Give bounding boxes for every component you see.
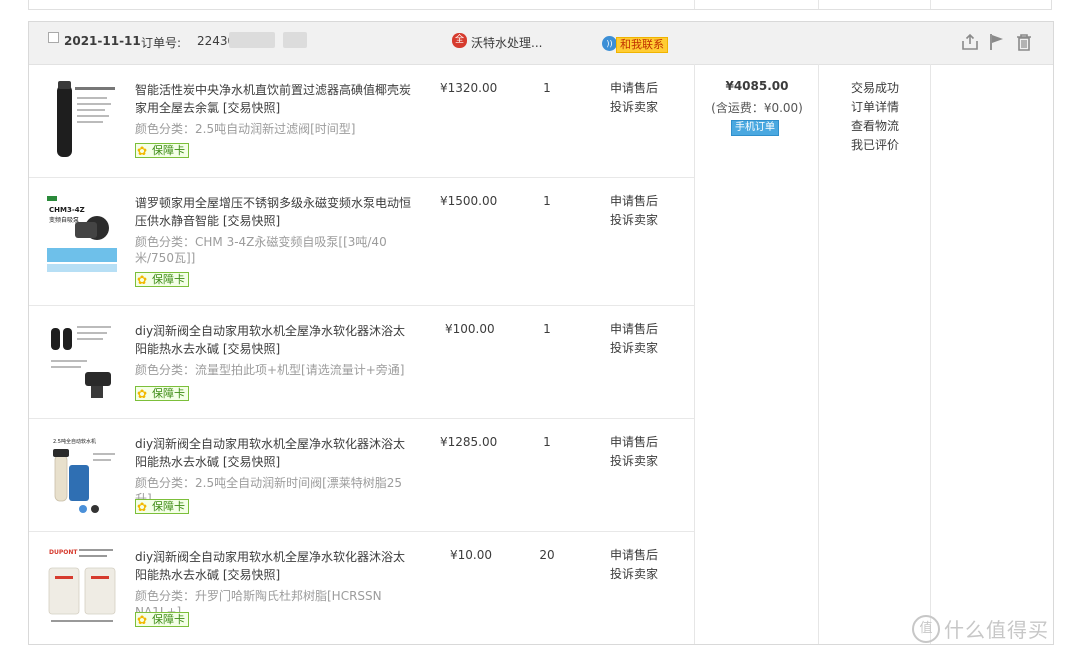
divider <box>694 0 695 9</box>
svg-text:CHM3-4Z: CHM3-4Z <box>49 206 85 214</box>
item-quantity: 1 <box>543 194 551 208</box>
product-thumbnail[interactable]: CHM3-4Z 变频自吸泵 <box>47 192 117 274</box>
reviewed-link[interactable]: 我已评价 <box>851 136 899 155</box>
guarantee-card-badge[interactable]: ✿ 保障卡 <box>135 143 189 158</box>
product-sku: 颜色分类：流量型拍此项+机型[请选流量计+旁通] <box>135 363 405 377</box>
column-divider <box>694 64 695 644</box>
apply-after-sale-link[interactable]: 申请售后 <box>610 546 658 565</box>
product-thumbnail[interactable] <box>47 320 117 402</box>
column-divider <box>818 64 819 644</box>
watermark-text: 什么值得买 <box>944 618 1049 642</box>
apply-after-sale-link[interactable]: 申请售后 <box>610 320 658 339</box>
complain-seller-link[interactable]: 投诉卖家 <box>610 98 658 117</box>
order-item-row: CHM3-4Z 变频自吸泵 谱罗顿家用全屋增压不锈钢多级永磁变频水泵电动恒压供水… <box>29 178 694 306</box>
complain-seller-link[interactable]: 投诉卖家 <box>610 565 658 584</box>
item-price: ¥1285.00 <box>440 435 498 449</box>
mobile-order-badge: 手机订单 <box>731 120 779 136</box>
divider <box>930 0 931 9</box>
watermark-logo-icon: 值 <box>912 614 940 643</box>
order-item-row: 智能活性炭中央净水机直饮前置过滤器高碘值椰壳炭家用全屋去余氯 [交易快照] 颜色… <box>29 65 694 178</box>
item-price: ¥10.00 <box>450 548 492 562</box>
tmall-shop-icon: 全 <box>452 33 467 48</box>
guarantee-card-badge[interactable]: ✿ 保障卡 <box>135 386 189 401</box>
column-divider <box>930 64 931 644</box>
product-sku: 颜色分类：2.5吨自动润新过滤阀[时间型] <box>135 122 356 136</box>
order-item-row: 2.5吨全自动软水机 diy润新阀全自动家用软水机全屋净水软化器沐浴太阳能热水去… <box>29 419 694 532</box>
product-thumbnail[interactable]: 2.5吨全自动软水机 <box>47 433 117 515</box>
badge-label: 保障卡 <box>152 613 185 626</box>
item-price: ¥100.00 <box>445 322 495 336</box>
svg-text:2.5吨全自动软水机: 2.5吨全自动软水机 <box>53 438 96 445</box>
apply-after-sale-link[interactable]: 申请售后 <box>610 433 658 452</box>
badge-label: 保障卡 <box>152 144 185 157</box>
product-thumbnail[interactable] <box>47 79 117 161</box>
product-thumbnail[interactable]: DUPONT <box>47 546 117 628</box>
redaction-mask <box>229 32 275 48</box>
item-quantity: 1 <box>543 81 551 95</box>
order-header: 2021-11-11 订单号: 22430 全 沃特水处理... )) 和我联系 <box>29 22 1053 65</box>
badge-label: 保障卡 <box>152 387 185 400</box>
share-icon[interactable] <box>961 33 979 51</box>
divider <box>818 0 819 9</box>
complain-seller-link[interactable]: 投诉卖家 <box>610 452 658 471</box>
order-details-link[interactable]: 订单详情 <box>851 98 899 117</box>
order-select-checkbox[interactable] <box>48 32 59 43</box>
flower-icon: ✿ <box>137 144 148 158</box>
flag-icon[interactable] <box>988 33 1006 51</box>
order-item-row: diy润新阀全自动家用软水机全屋净水软化器沐浴太阳能热水去水碱 [交易快照] 颜… <box>29 306 694 419</box>
order-item-row: DUPONT diy润新阀全自动家用软水机全屋净水软化器沐浴太阳能热水去水碱 [… <box>29 532 694 645</box>
shop-name-link[interactable]: 沃特水处理... <box>471 34 542 51</box>
product-title-link[interactable]: diy润新阀全自动家用软水机全屋净水软化器沐浴太阳能热水去水碱 [交易快照] <box>135 322 417 358</box>
site-watermark: 值什么值得买 <box>912 614 1049 644</box>
product-title-link[interactable]: diy润新阀全自动家用软水机全屋净水软化器沐浴太阳能热水去水碱 [交易快照] <box>135 435 417 471</box>
chat-bubble-icon: )) <box>602 36 617 51</box>
item-quantity: 1 <box>543 435 551 449</box>
apply-after-sale-link[interactable]: 申请售后 <box>610 79 658 98</box>
flower-icon: ✿ <box>137 500 148 514</box>
trash-icon[interactable] <box>1015 33 1033 51</box>
product-title-link[interactable]: 谱罗顿家用全屋增压不锈钢多级永磁变频水泵电动恒压供水静音智能 [交易快照] <box>135 194 417 230</box>
product-title-link[interactable]: 智能活性炭中央净水机直饮前置过滤器高碘值椰壳炭家用全屋去余氯 [交易快照] <box>135 81 417 117</box>
guarantee-card-badge[interactable]: ✿ 保障卡 <box>135 499 189 514</box>
apply-after-sale-link[interactable]: 申请售后 <box>610 192 658 211</box>
product-sku: 颜色分类：CHM 3-4Z永磁变频自吸泵[[3吨/40米/750瓦]] <box>135 235 387 265</box>
flower-icon: ✿ <box>137 273 148 287</box>
flower-icon: ✿ <box>137 387 148 401</box>
order-number-label: 订单号: <box>141 36 182 50</box>
previous-order-strip <box>28 0 1052 10</box>
item-price: ¥1320.00 <box>440 81 498 95</box>
track-logistics-link[interactable]: 查看物流 <box>851 117 899 136</box>
item-quantity: 20 <box>539 548 555 562</box>
badge-label: 保障卡 <box>152 273 185 286</box>
guarantee-card-badge[interactable]: ✿ 保障卡 <box>135 272 189 287</box>
order-date: 2021-11-11 <box>64 34 141 48</box>
order-card: 2021-11-11 订单号: 22430 全 沃特水处理... )) 和我联系 <box>28 21 1054 645</box>
flower-icon: ✿ <box>137 613 148 627</box>
contact-label: 和我联系 <box>616 37 668 53</box>
shipping-fee: (含运费：¥0.00) <box>711 101 803 115</box>
redaction-mask <box>283 32 307 48</box>
thumb-brand: DUPONT <box>49 549 78 556</box>
complain-seller-link[interactable]: 投诉卖家 <box>610 339 658 358</box>
badge-label: 保障卡 <box>152 500 185 513</box>
svg-text:变频自吸泵: 变频自吸泵 <box>49 216 79 224</box>
order-total: ¥4085.00 <box>725 79 789 93</box>
guarantee-card-badge[interactable]: ✿ 保障卡 <box>135 612 189 627</box>
complain-seller-link[interactable]: 投诉卖家 <box>610 211 658 230</box>
product-title-link[interactable]: diy润新阀全自动家用软水机全屋净水软化器沐浴太阳能热水去水碱 [交易快照] <box>135 548 417 584</box>
trade-success-status[interactable]: 交易成功 <box>851 79 899 98</box>
item-quantity: 1 <box>543 322 551 336</box>
item-price: ¥1500.00 <box>440 194 498 208</box>
